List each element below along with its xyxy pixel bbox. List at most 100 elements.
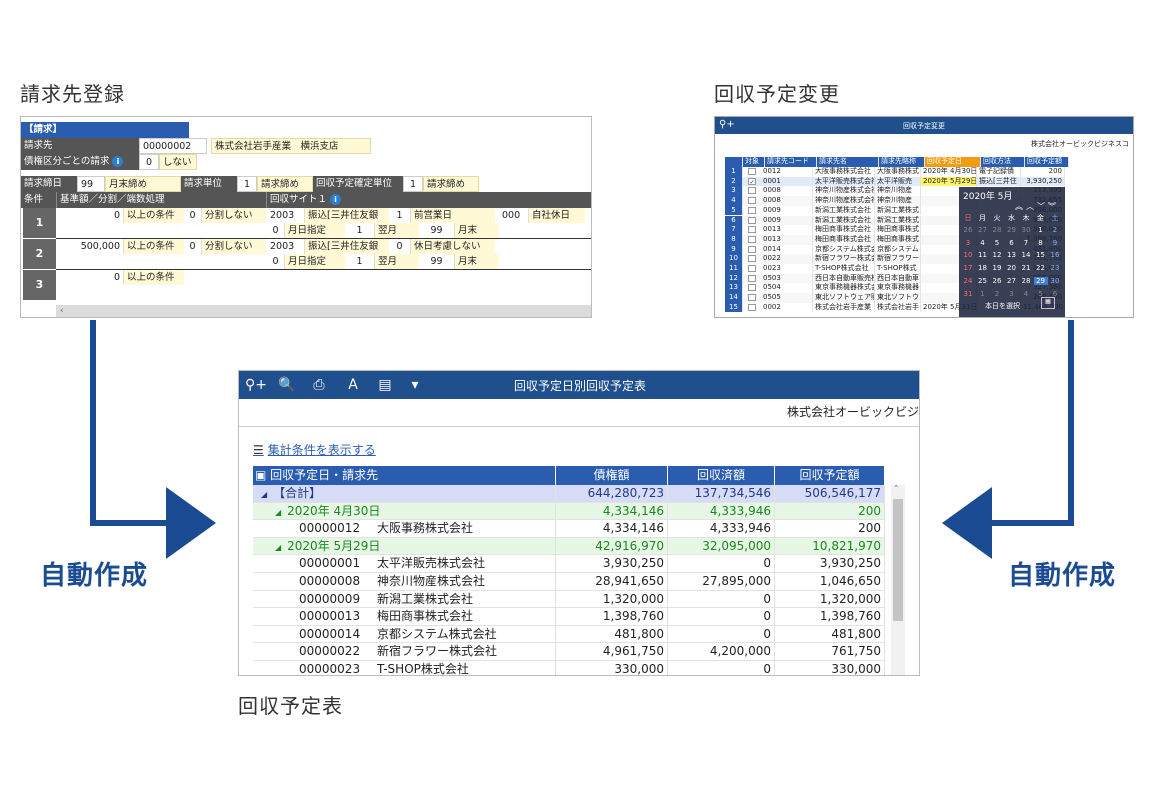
calendar-day[interactable]: 26 [990,277,1004,285]
calendar-day[interactable]: 25 [976,277,990,285]
row-checkbox[interactable] [748,265,756,272]
total-row[interactable]: ◢ 【合計】 644,280,723 137,734,546 506,546,177 [253,485,885,503]
chevron-up-icon[interactable]: ˄ [894,485,899,495]
condition-1-month[interactable]: 1 [345,223,375,238]
condition-1-day[interactable]: 99 [419,223,455,238]
calendar-day[interactable]: 21 [1019,264,1033,272]
calendar-day[interactable]: 30 [1019,226,1033,234]
row-checkbox[interactable] [748,274,756,282]
condition-2-day[interactable]: 99 [419,254,455,269]
expand-triangle-icon[interactable]: ◢ [261,490,267,499]
schedule-row[interactable]: 1 0012 大阪事務株式会社 大阪事務株式 2020年 4月30日 電子記録債 200 [725,167,1065,177]
calendar-day[interactable]: 15 [1034,251,1048,259]
calendar-day[interactable]: 3 [1005,290,1019,298]
row-checkbox[interactable] [748,197,756,205]
billing-unit-input[interactable]: 1 [237,175,257,192]
calendar-day[interactable]: 11 [976,251,990,259]
row-checkbox[interactable] [748,187,756,195]
calendar-day[interactable]: 20 [1005,264,1019,272]
table-row[interactable]: 00000008 神奈川物産株式会社 28,941,650 27,895,000 1,0… [253,573,885,591]
schedule-header-cell[interactable]: 対象 [743,157,765,167]
calendar-day[interactable]: 31 [961,290,975,298]
condition-2-month[interactable]: 1 [345,254,375,269]
calendar-day[interactable]: 28 [1019,277,1033,285]
calendar-day[interactable]: 26 [961,226,975,234]
vertical-scrollbar[interactable]: ˄ [891,485,905,675]
condition-2-holiday[interactable]: 0 [389,239,411,254]
calendar-day[interactable]: 27 [976,226,990,234]
confirm-unit-input[interactable]: 1 [403,175,423,192]
schedule-header-cell[interactable]: 請求先略称 [879,157,925,167]
table-row[interactable]: 00000009 新潟工業株式会社 1,320,000 0 1,320,000 [253,590,885,609]
condition-2-amount[interactable]: 500,000 [58,239,124,254]
calendar-day[interactable]: 22 [1034,264,1048,272]
calendar-day[interactable]: 1 [1034,226,1048,234]
header-planned[interactable]: 回収予定額 [775,466,885,485]
row-checkbox[interactable]: ✓ [748,177,756,185]
calendar-day[interactable]: 14 [1019,251,1033,259]
row-checkbox[interactable] [748,255,756,263]
condition-1-code[interactable]: 2003 [267,208,305,223]
condition-1-amount[interactable]: 0 [58,208,124,223]
expand-triangle-icon[interactable]: ◢ [275,543,281,552]
condition-2-day-flag[interactable]: 0 [267,254,285,269]
table-row[interactable]: 00000014 京都システム株式会社 481,800 0 481,800 [253,625,885,644]
schedule-header-cell[interactable]: 回収方法 [981,157,1025,167]
per-claim-input[interactable]: 0 [139,153,159,170]
calendar-day[interactable]: 7 [1019,239,1033,247]
calendar-day[interactable]: 5 [990,239,1004,247]
calendar-day[interactable]: 10 [961,251,975,259]
billing-to-code-input[interactable]: 00000002 [139,137,207,154]
calendar-day[interactable]: 30 [1048,277,1062,285]
condition-1-bank-code[interactable]: 000 [499,208,529,223]
scroll-thumb[interactable] [893,499,903,621]
closing-day-input[interactable]: 99 [77,175,105,192]
condition-2-code[interactable]: 2003 [267,239,305,254]
calendar-icon[interactable]: ▦ [1041,297,1055,309]
row-checkbox[interactable] [748,235,756,243]
header-debt[interactable]: 債権額 [556,466,668,485]
row-checkbox[interactable] [748,245,756,253]
table-row[interactable]: 00000001 太平洋販売株式会社 3,930,250 0 3,930,250 [253,555,885,573]
table-row[interactable]: 00000022 新宿フラワー株式会社 4,961,750 4,200,000 761,… [253,643,885,661]
condition-1-day-flag[interactable]: 0 [267,223,285,238]
calendar-day[interactable]: 17 [961,264,975,272]
row-checkbox[interactable] [748,206,756,214]
schedule-header-cell[interactable]: 請求先名 [817,157,879,167]
header-date-billing[interactable]: ▣ 回収予定日・請求先 [253,466,556,485]
row-checkbox[interactable] [748,216,756,224]
calendar-day[interactable]: 2 [990,290,1004,298]
table-row[interactable]: 00000013 梅田商事株式会社 1,398,760 0 1,398,760 [253,608,885,626]
calendar-day[interactable]: 24 [961,277,975,285]
calendar-nav-icons[interactable]: ︽︿﹀︾ [1015,201,1059,212]
calendar-day[interactable]: 4 [976,239,990,247]
condition-1-holiday[interactable]: 1 [389,208,411,223]
schedule-row[interactable]: 2 ✓ 0001 太平洋販売株式会社 太平洋販売 2020年 5月29日 振込[三井住 3,9… [725,176,1065,187]
table-row[interactable]: 00000012 大阪事務株式会社 4,334,146 4,333,946 200 [253,520,885,538]
info-icon[interactable]: i [330,193,342,205]
row-checkbox[interactable] [748,284,756,292]
calendar-popup[interactable]: 2020年 5月 ︽︿﹀︾ 日月火水木金土 26 27 28 29 30 1 2 3 4 5 6 7 8 9… [959,187,1065,317]
expand-triangle-icon[interactable]: ◢ [275,508,281,517]
calendar-day[interactable]: 12 [990,251,1004,259]
calendar-day[interactable]: 1 [976,290,990,298]
calendar-day[interactable]: 13 [1005,251,1019,259]
calendar-day[interactable]: 8 [1034,239,1048,247]
calendar-day[interactable]: 16 [1048,251,1062,259]
today-button[interactable]: 本日を選択 [985,301,1020,311]
row-checkbox[interactable] [748,226,756,234]
calendar-day[interactable]: 3 [961,239,975,247]
table-row[interactable]: 00000023 T-SHOP株式会社 330,000 0 330,000 [253,661,885,675]
info-icon[interactable]: i [112,155,124,167]
calendar-day[interactable]: 6 [1005,239,1019,247]
calendar-day[interactable]: 2 [1048,226,1062,234]
calendar-day[interactable]: 27 [1005,277,1019,285]
date-group-row[interactable]: ◢ 2020年 4月30日 4,334,146 4,333,946 200 [253,502,885,521]
condition-1-split[interactable]: 0 [184,208,202,223]
calendar-day[interactable]: 23 [1048,264,1062,272]
row-checkbox[interactable] [748,294,756,302]
schedule-header-cell[interactable]: 請求先コード [765,157,817,167]
calendar-day[interactable]: 19 [990,264,1004,272]
row-checkbox[interactable] [748,168,756,175]
calendar-day[interactable]: 29 [1033,277,1048,285]
